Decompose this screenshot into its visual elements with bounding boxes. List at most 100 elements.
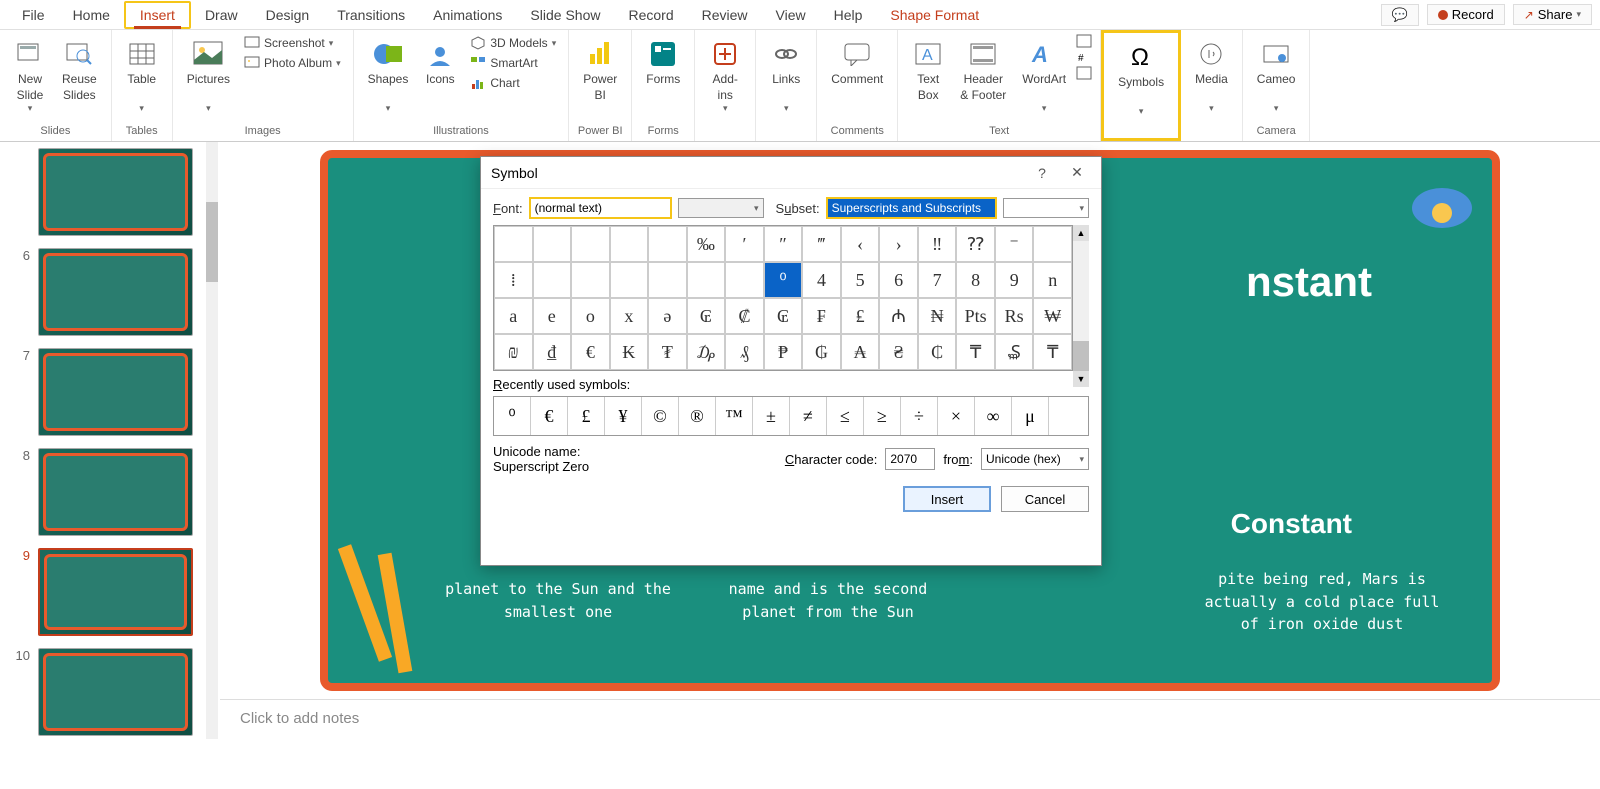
header-footer-button[interactable]: Header & Footer bbox=[954, 34, 1012, 107]
text-box-button[interactable]: A Text Box bbox=[906, 34, 950, 107]
dialog-help-button[interactable]: ? bbox=[1027, 165, 1057, 181]
symbol-cell[interactable]: ₢ bbox=[687, 298, 726, 334]
subset-select[interactable]: Superscripts and Subscripts bbox=[826, 197, 998, 219]
symbol-cell[interactable]: ‴ bbox=[802, 226, 841, 262]
screenshot-button[interactable]: Screenshot▾ bbox=[240, 34, 345, 52]
recent-symbol-cell[interactable]: ∞ bbox=[975, 397, 1012, 435]
symbol-cell[interactable]: ′ bbox=[725, 226, 764, 262]
symbol-cell[interactable]: 6 bbox=[879, 262, 918, 298]
symbol-cell[interactable]: 4 bbox=[802, 262, 841, 298]
symbol-cell[interactable]: › bbox=[879, 226, 918, 262]
recent-symbol-cell[interactable]: μ bbox=[1012, 397, 1049, 435]
share-button[interactable]: ↗Share▾ bbox=[1513, 4, 1592, 25]
symbol-cell[interactable]: ₷ bbox=[995, 334, 1034, 370]
recent-symbol-cell[interactable]: ⁰ bbox=[494, 397, 531, 435]
symbol-cell[interactable]: ₢ bbox=[764, 298, 803, 334]
symbol-cell[interactable] bbox=[648, 226, 687, 262]
recent-symbol-cell[interactable]: € bbox=[531, 397, 568, 435]
symbol-cell[interactable]: ⁻ bbox=[995, 226, 1034, 262]
symbol-cell[interactable]: ₯ bbox=[687, 334, 726, 370]
slide-thumb-8[interactable] bbox=[38, 448, 193, 536]
cameo-button[interactable]: Cameo▾ bbox=[1251, 34, 1302, 119]
symbol-cell[interactable]: ₣ bbox=[802, 298, 841, 334]
symbol-cell[interactable]: ″ bbox=[764, 226, 803, 262]
symbol-cell[interactable] bbox=[687, 262, 726, 298]
insert-button[interactable]: Insert bbox=[903, 486, 991, 512]
photo-album-button[interactable]: Photo Album▾ bbox=[240, 54, 345, 72]
symbol-cell[interactable]: ₫ bbox=[533, 334, 572, 370]
symbol-cell[interactable]: 9 bbox=[995, 262, 1034, 298]
symbol-cell[interactable]: ₸ bbox=[956, 334, 995, 370]
thumbnail-scrollbar[interactable] bbox=[206, 142, 218, 739]
symbol-cell[interactable] bbox=[648, 262, 687, 298]
tab-slide-show[interactable]: Slide Show bbox=[516, 3, 614, 27]
symbol-cell[interactable]: ₮ bbox=[648, 334, 687, 370]
tab-transitions[interactable]: Transitions bbox=[323, 3, 419, 27]
tab-help[interactable]: Help bbox=[820, 3, 877, 27]
tab-review[interactable]: Review bbox=[688, 3, 762, 27]
symbol-cell[interactable] bbox=[494, 226, 533, 262]
tab-draw[interactable]: Draw bbox=[191, 3, 252, 27]
recent-symbol-cell[interactable]: ≥ bbox=[864, 397, 901, 435]
symbol-cell[interactable]: ‹ bbox=[841, 226, 880, 262]
subset-dropdown-arrow[interactable]: ▾ bbox=[1003, 198, 1089, 218]
symbol-cell[interactable]: ₭ bbox=[610, 334, 649, 370]
symbol-cell[interactable]: ₪ bbox=[494, 334, 533, 370]
table-button[interactable]: Table▾ bbox=[120, 34, 164, 119]
symbol-cell[interactable] bbox=[533, 226, 572, 262]
slide-thumb-6[interactable] bbox=[38, 248, 193, 336]
symbol-cell[interactable]: x bbox=[610, 298, 649, 334]
addins-button[interactable]: Add- ins▾ bbox=[703, 34, 747, 119]
symbol-cell[interactable]: ₳ bbox=[841, 334, 880, 370]
comments-button[interactable]: 💬 bbox=[1381, 4, 1419, 26]
tab-insert[interactable]: Insert bbox=[124, 1, 191, 29]
tab-file[interactable]: File bbox=[8, 3, 59, 27]
symbol-cell[interactable]: ₱ bbox=[764, 334, 803, 370]
icons-button[interactable]: Icons bbox=[418, 34, 462, 92]
forms-button[interactable]: Forms bbox=[640, 34, 686, 92]
symbol-cell[interactable]: ⁇ bbox=[956, 226, 995, 262]
recent-symbol-cell[interactable]: ® bbox=[679, 397, 716, 435]
recent-symbol-cell[interactable]: ™ bbox=[716, 397, 753, 435]
symbol-cell[interactable]: e bbox=[533, 298, 572, 334]
pictures-button[interactable]: Pictures▾ bbox=[181, 34, 236, 119]
recent-symbol-cell[interactable]: × bbox=[938, 397, 975, 435]
tab-record[interactable]: Record bbox=[614, 3, 687, 27]
symbol-cell[interactable]: Rs bbox=[995, 298, 1034, 334]
date-time-icon[interactable] bbox=[1076, 34, 1092, 48]
smartart-button[interactable]: SmartArt bbox=[466, 54, 560, 72]
symbol-cell[interactable]: ₵ bbox=[918, 334, 957, 370]
comment-button[interactable]: Comment bbox=[825, 34, 889, 92]
tab-shape-format[interactable]: Shape Format bbox=[876, 3, 993, 27]
media-button[interactable]: Media▾ bbox=[1189, 34, 1234, 119]
recent-symbol-cell[interactable]: ≠ bbox=[790, 397, 827, 435]
slide-thumb-10[interactable] bbox=[38, 648, 193, 736]
symbol-cell[interactable] bbox=[1033, 226, 1072, 262]
symbol-cell[interactable]: 8 bbox=[956, 262, 995, 298]
symbol-cell[interactable]: n bbox=[1033, 262, 1072, 298]
symbol-cell[interactable]: a bbox=[494, 298, 533, 334]
symbol-cell[interactable]: o bbox=[571, 298, 610, 334]
powerbi-button[interactable]: Power BI bbox=[577, 34, 623, 107]
slide-thumb-intro[interactable] bbox=[38, 148, 193, 236]
symbol-cell[interactable]: ₲ bbox=[802, 334, 841, 370]
symbol-cell[interactable]: ‰ bbox=[687, 226, 726, 262]
symbol-cell[interactable]: ₸ bbox=[1033, 334, 1072, 370]
slide-thumb-7[interactable] bbox=[38, 348, 193, 436]
symbol-cell[interactable]: ⁞ bbox=[494, 262, 533, 298]
reuse-slides-button[interactable]: Reuse Slides bbox=[56, 34, 103, 107]
recent-symbol-cell[interactable]: ± bbox=[753, 397, 790, 435]
slide-thumb-9[interactable] bbox=[38, 548, 193, 636]
symbol-cell[interactable] bbox=[725, 262, 764, 298]
char-code-input[interactable] bbox=[885, 448, 935, 470]
record-button[interactable]: Record bbox=[1427, 4, 1505, 25]
symbol-cell[interactable]: € bbox=[571, 334, 610, 370]
recent-symbol-cell[interactable]: ≤ bbox=[827, 397, 864, 435]
recent-symbol-cell[interactable]: © bbox=[642, 397, 679, 435]
symbol-cell[interactable]: ₡ bbox=[725, 298, 764, 334]
from-select[interactable]: Unicode (hex)▾ bbox=[981, 448, 1089, 470]
object-icon[interactable] bbox=[1076, 66, 1092, 80]
new-slide-button[interactable]: New Slide▾ bbox=[8, 34, 52, 119]
notes-area[interactable]: Click to add notes bbox=[220, 699, 1600, 739]
recent-symbol-cell[interactable]: £ bbox=[568, 397, 605, 435]
